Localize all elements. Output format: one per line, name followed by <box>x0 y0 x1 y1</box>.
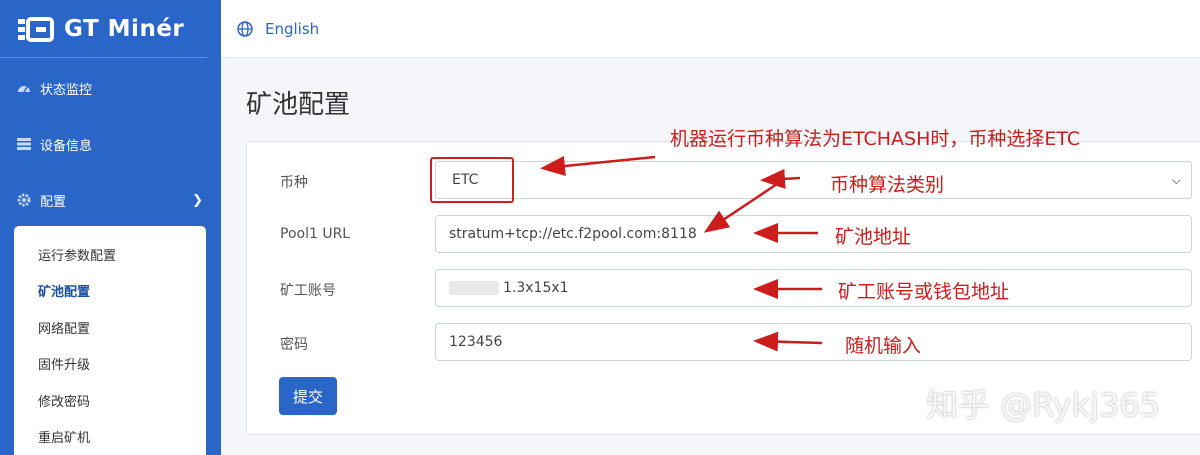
dashboard-icon <box>16 81 32 95</box>
watermark: 知乎 @Rykj365 <box>926 386 1161 424</box>
sidebar-item-label: 配置 <box>40 194 67 210</box>
coin-select[interactable]: ETC ⌵ <box>435 161 1192 199</box>
annotation-pool-note: 矿池地址 <box>835 226 912 248</box>
annotation-algo-note: 币种算法类别 <box>830 174 945 196</box>
gt-logo-icon <box>18 16 54 42</box>
worker-value: 1.3x15x1 <box>503 280 569 296</box>
submenu-item-runtime-params[interactable]: 运行参数配置 <box>38 245 116 264</box>
redacted-text <box>449 281 499 295</box>
config-submenu: 运行参数配置 矿池配置 网络配置 固件升级 修改密码 重启矿机 <box>14 226 206 455</box>
sidebar-item-label: 设备信息 <box>40 138 93 154</box>
submenu-item-change-password[interactable]: 修改密码 <box>38 391 90 410</box>
chevron-right-icon: ❯ <box>192 193 203 208</box>
coin-label: 币种 <box>280 175 308 191</box>
brand[interactable]: GT Minér <box>0 0 207 58</box>
page-title: 矿池配置 <box>246 90 351 120</box>
sidebar-item-label: 状态监控 <box>40 82 93 98</box>
gear-icon <box>16 193 32 207</box>
coin-highlight-box <box>430 157 514 203</box>
pool1-url-input[interactable]: stratum+tcp://etc.f2pool.com:8118 <box>435 215 1192 253</box>
pool1-url-label: Pool1 URL <box>280 226 351 242</box>
topbar: English <box>221 0 1200 58</box>
chevron-down-icon: ⌵ <box>1171 173 1181 187</box>
language-switcher[interactable]: English <box>265 20 319 38</box>
annotation-password-note: 随机输入 <box>845 335 922 357</box>
worker-label: 矿工账号 <box>280 283 336 299</box>
annotation-worker-note: 矿工账号或钱包地址 <box>838 281 1010 303</box>
submenu-item-reboot[interactable]: 重启矿机 <box>38 427 90 446</box>
password-label: 密码 <box>280 337 308 353</box>
brand-name: GT Minér <box>64 15 185 42</box>
sidebar-item-device[interactable]: 设备信息 <box>0 124 221 164</box>
device-list-icon <box>16 137 32 151</box>
sidebar-item-config[interactable]: 配置 ❯ <box>0 180 221 220</box>
password-input[interactable]: 123456 <box>435 323 1192 361</box>
worker-input[interactable]: 1.3x15x1 <box>435 269 1192 307</box>
sidebar-item-status[interactable]: 状态监控 <box>0 68 221 108</box>
annotation-coin-note: 机器运行币种算法为ETCHASH时，币种选择ETC <box>670 128 1081 150</box>
submenu-item-network-config[interactable]: 网络配置 <box>38 318 90 337</box>
sidebar: GT Minér 状态监控 设备信息 配置 ❯ 运行参数配置 矿池配置 网络配置… <box>0 0 221 455</box>
submenu-item-pool-config[interactable]: 矿池配置 <box>38 281 90 300</box>
password-value: 123456 <box>449 334 503 350</box>
pool1-url-value: stratum+tcp://etc.f2pool.com:8118 <box>449 226 697 242</box>
submit-button[interactable]: 提交 <box>279 377 337 415</box>
submenu-item-firmware-upgrade[interactable]: 固件升级 <box>38 354 90 373</box>
globe-icon <box>237 20 253 37</box>
